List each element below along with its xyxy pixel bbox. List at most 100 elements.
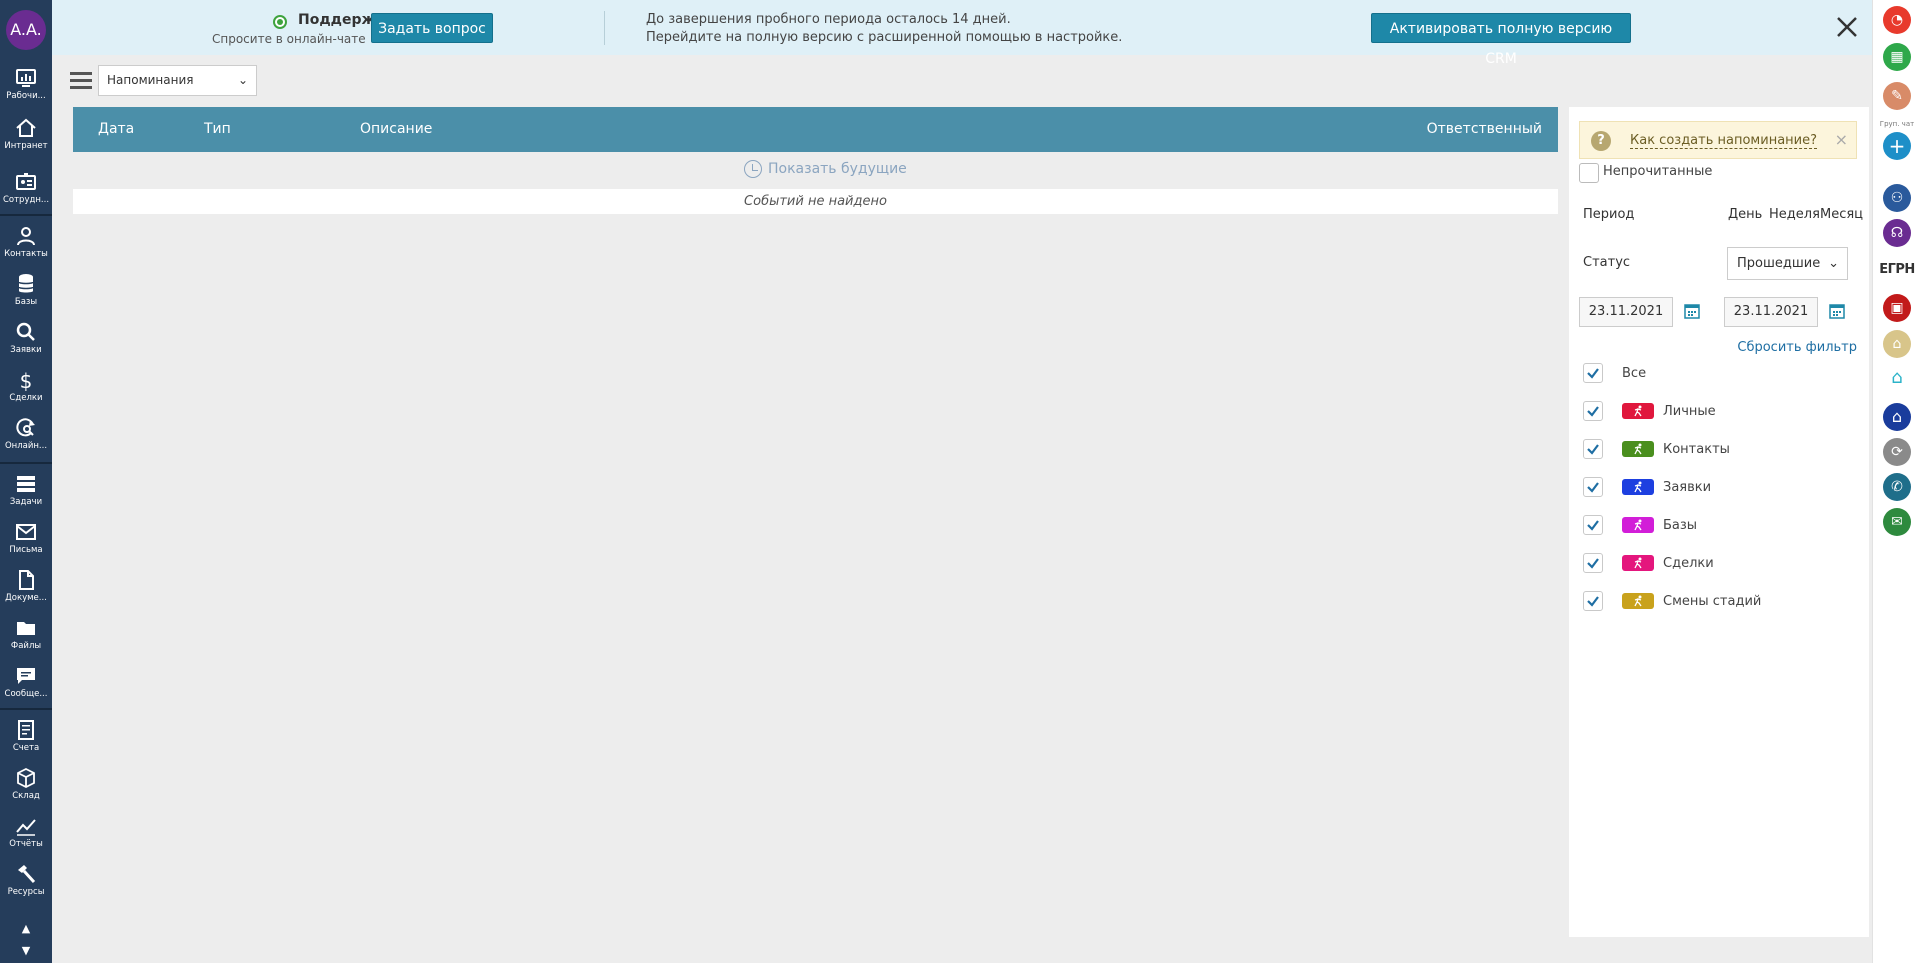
sidebar-item-warehouse[interactable]: Склад — [0, 762, 52, 808]
period-week[interactable]: Неделя — [1769, 207, 1820, 222]
calendar-icon[interactable] — [1683, 302, 1701, 320]
unread-checkbox[interactable] — [1579, 163, 1599, 183]
sidebar-item-bases[interactable]: Базы — [0, 268, 52, 314]
sidebar-item-label: Базы — [14, 297, 38, 307]
status-select[interactable]: Прошедшие ⌄ — [1727, 247, 1848, 280]
sidebar-item-letters[interactable]: Письма — [0, 516, 52, 562]
type-checkbox[interactable] — [1583, 553, 1603, 573]
how-to-create-reminder-link[interactable]: Как создать напоминание? — [1630, 133, 1818, 149]
house-money-icon[interactable]: ⌂ — [1883, 330, 1911, 358]
sidebar-scroll-up-icon[interactable]: ▲ — [0, 920, 52, 938]
sidebar-item-label: Счета — [12, 743, 40, 753]
type-checkbox[interactable] — [1583, 439, 1603, 459]
id-card-icon — [16, 173, 36, 190]
type-filter-row[interactable]: Сделки — [1569, 549, 1869, 577]
banner-divider — [604, 11, 605, 45]
type-filter-row[interactable]: Все — [1569, 359, 1869, 387]
runner-icon — [1634, 481, 1642, 493]
sidebar-item-desktops[interactable]: Рабочи... — [0, 62, 52, 108]
status-label: Статус — [1583, 255, 1631, 270]
sidebar-item-label: Докуме... — [5, 593, 47, 603]
sync-icon[interactable]: ⟳ — [1883, 438, 1911, 466]
sidebar-item-deals[interactable]: $ Сделки — [0, 364, 52, 410]
hint-close-icon[interactable]: × — [1835, 130, 1848, 149]
type-checkbox[interactable] — [1583, 591, 1603, 611]
chevron-down-icon: ⌄ — [1828, 256, 1839, 271]
sidebar-item-label: Файлы — [10, 641, 42, 651]
building-icon[interactable]: ▣ — [1883, 294, 1911, 322]
sidebar-item-resources[interactable]: Ресурсы — [0, 858, 52, 904]
type-label: Контакты — [1663, 442, 1730, 457]
sidebar-item-invoices[interactable]: Счета — [0, 714, 52, 760]
house-outline-icon[interactable]: ⌂ — [1883, 364, 1911, 392]
users-group-icon[interactable]: ⚇ — [1883, 184, 1911, 212]
reset-filter-link[interactable]: Сбросить фильтр — [1737, 340, 1857, 355]
pen-icon[interactable]: ✎ — [1883, 82, 1911, 110]
view-select[interactable]: Напоминания ⌄ — [98, 65, 257, 96]
column-header-responsible[interactable]: Ответственный — [1427, 121, 1542, 137]
sidebar-item-requests[interactable]: Заявки — [0, 316, 52, 362]
type-checkbox[interactable] — [1583, 477, 1603, 497]
support-subtitle: Спросите в онлайн-чате — [212, 32, 366, 46]
hint-box: ? Как создать напоминание? × — [1579, 121, 1857, 159]
type-filter-row[interactable]: Смены стадий — [1569, 587, 1869, 615]
mail-icon[interactable]: ✉ — [1883, 508, 1911, 536]
egrn-icon[interactable]: ЕГРН — [1879, 262, 1915, 277]
sidebar-item-label: Склад — [12, 791, 40, 801]
menu-icon[interactable] — [70, 72, 92, 90]
show-future-link[interactable]: Показать будущие — [744, 160, 907, 178]
calendar-grid-icon[interactable]: ▦ — [1883, 43, 1911, 71]
sidebar-item-label: Отчёты — [9, 839, 43, 849]
column-header-type[interactable]: Тип — [204, 121, 231, 137]
status-select-value: Прошедшие — [1737, 256, 1821, 271]
sidebar-item-tasks[interactable]: Задачи — [0, 468, 52, 514]
period-month[interactable]: Месяц — [1820, 207, 1863, 222]
sidebar-item-documents[interactable]: Докуме... — [0, 564, 52, 610]
type-checkbox[interactable] — [1583, 363, 1603, 383]
period-day[interactable]: День — [1728, 207, 1762, 222]
home-icon[interactable]: ⌂ — [1883, 403, 1911, 431]
clock-icon — [744, 160, 762, 178]
sidebar-item-employees[interactable]: Сотрудн... — [0, 166, 52, 212]
question-icon: ? — [1591, 131, 1611, 151]
column-header-date[interactable]: Дата — [98, 121, 134, 137]
type-label: Заявки — [1663, 480, 1712, 495]
type-filter-row[interactable]: Заявки — [1569, 473, 1869, 501]
column-header-description[interactable]: Описание — [360, 121, 432, 137]
sidebar-item-reports[interactable]: Отчёты — [0, 810, 52, 856]
sidebar-item-files[interactable]: Файлы — [0, 612, 52, 658]
ask-question-button[interactable]: Задать вопрос — [371, 13, 493, 43]
sidebar-item-contacts[interactable]: Контакты — [0, 220, 52, 266]
table-header: Дата Тип Описание Ответственный — [73, 107, 1558, 152]
unread-label: Непрочитанные — [1603, 164, 1713, 179]
sidebar-item-label: Заявки — [10, 345, 42, 355]
add-icon[interactable]: + — [1883, 132, 1911, 160]
sidebar-item-messages[interactable]: Сообще... — [0, 660, 52, 706]
type-color-badge — [1622, 517, 1654, 533]
date-from-field[interactable]: 23.11.2021 — [1579, 297, 1673, 327]
close-icon[interactable] — [1835, 15, 1859, 39]
checkmark-icon — [1587, 368, 1599, 379]
support-agent-icon[interactable]: ☊ — [1883, 219, 1911, 247]
phone-icon[interactable]: ✆ — [1883, 473, 1911, 501]
type-checkbox[interactable] — [1583, 401, 1603, 421]
timer-icon[interactable]: ◔ — [1883, 6, 1911, 34]
avatar[interactable]: A.A. — [6, 10, 46, 50]
sidebar-item-online[interactable]: Онлайн... — [0, 412, 52, 458]
cube-icon — [17, 767, 35, 789]
type-checkbox[interactable] — [1583, 515, 1603, 535]
left-sidebar: A.A. Рабочи... Интранет Сотрудн... Конта… — [0, 0, 52, 963]
calendar-icon[interactable] — [1828, 302, 1846, 320]
checkmark-icon — [1587, 520, 1599, 531]
date-to-field[interactable]: 23.11.2021 — [1724, 297, 1818, 327]
chat-icon — [17, 668, 35, 684]
type-filter-row[interactable]: Базы — [1569, 511, 1869, 539]
type-filter-row[interactable]: Личные — [1569, 397, 1869, 425]
document-icon — [19, 570, 34, 590]
activate-full-version-button[interactable]: Активировать полную версию CRM — [1371, 13, 1631, 67]
runner-icon — [1634, 557, 1642, 569]
sidebar-item-intranet[interactable]: Интранет — [0, 112, 52, 158]
type-filter-row[interactable]: Контакты — [1569, 435, 1869, 463]
sidebar-scroll-down-icon[interactable]: ▼ — [0, 942, 52, 960]
svg-text:$: $ — [20, 369, 33, 392]
